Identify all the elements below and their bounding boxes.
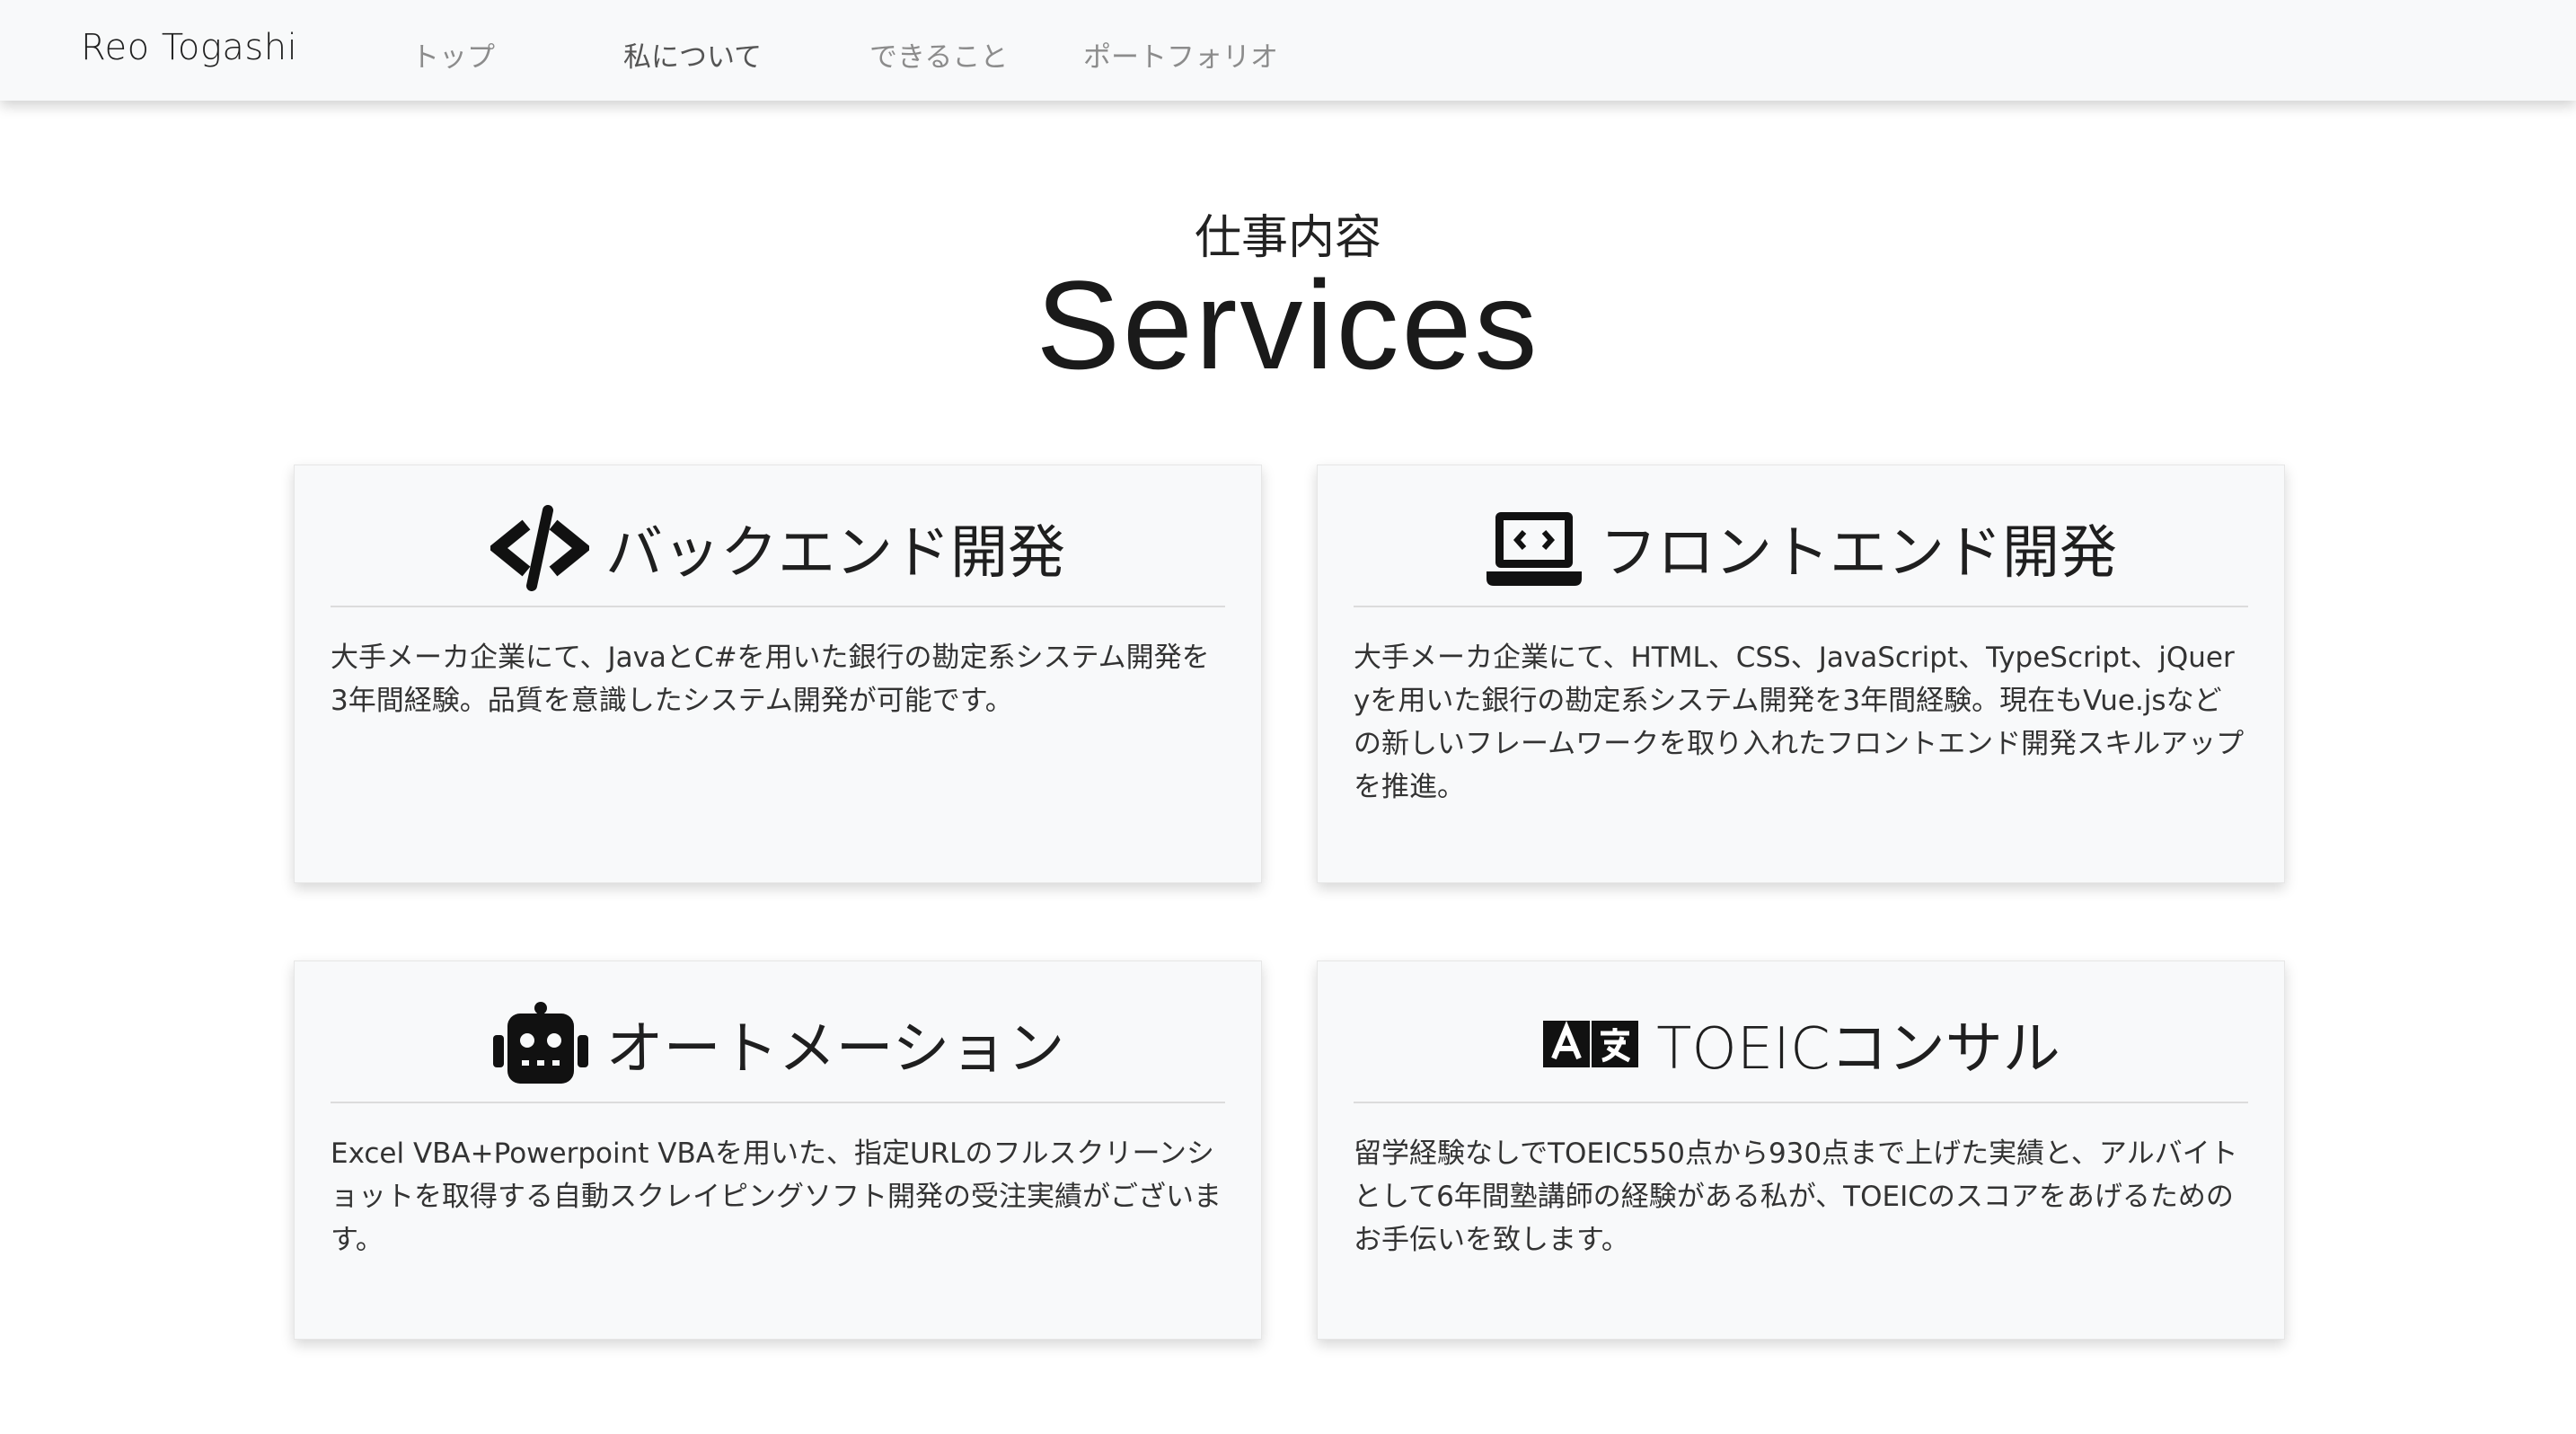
card-header: バックエンド開発 xyxy=(331,491,1225,607)
service-card-toeic: TOEICコンサル 留学経験なしでTOEIC550点から930点まで上げた実績と… xyxy=(1317,960,2285,1340)
service-card-frontend: フロントエンド開発 大手メーカ企業にて、HTML、CSS、JavaScript、… xyxy=(1317,465,2285,883)
nav-link-top[interactable]: トップ xyxy=(411,34,495,75)
nav-link-portfolio[interactable]: ポートフォリオ xyxy=(1083,34,1278,75)
brand-logo[interactable]: Reo Togashi xyxy=(81,27,297,68)
robot-icon xyxy=(491,1001,590,1087)
language-icon xyxy=(1541,1001,1640,1087)
nav-link-about[interactable]: 私について xyxy=(623,34,762,75)
navbar: Reo Togashi トップ 私について できること ポートフォリオ xyxy=(0,0,2576,101)
card-header: フロントエンド開発 xyxy=(1354,491,2248,607)
code-icon xyxy=(490,505,589,591)
service-card-backend: バックエンド開発 大手メーカ企業にて、JavaとC#を用いた銀行の勘定系システム… xyxy=(294,465,1262,883)
card-header: オートメーション xyxy=(331,987,1225,1103)
card-title: バックエンド開発 xyxy=(605,520,1065,587)
card-title: フロントエンド開発 xyxy=(1600,520,2117,587)
card-title: TOEICコンサル xyxy=(1656,1016,2060,1083)
card-title: オートメーション xyxy=(605,1016,1065,1083)
card-description: Excel VBA+Powerpoint VBAを用いた、指定URLのフルスクリ… xyxy=(331,1137,1222,1256)
card-header: TOEICコンサル xyxy=(1354,987,2248,1103)
section-title: Services xyxy=(1036,254,1540,395)
service-card-automation: オートメーション Excel VBA+Powerpoint VBAを用いた、指定… xyxy=(294,960,1262,1340)
nav-link-services[interactable]: できること xyxy=(869,34,1008,75)
card-description: 大手メーカ企業にて、HTML、CSS、JavaScript、TypeScript… xyxy=(1354,642,2245,803)
card-description: 留学経験なしでTOEIC550点から930点まで上げた実績と、アルバイトとして6… xyxy=(1354,1137,2238,1256)
card-description: 大手メーカ企業にて、JavaとC#を用いた銀行の勘定系システム開発を3年間経験。… xyxy=(331,642,1210,717)
laptop-code-icon xyxy=(1485,505,1584,591)
